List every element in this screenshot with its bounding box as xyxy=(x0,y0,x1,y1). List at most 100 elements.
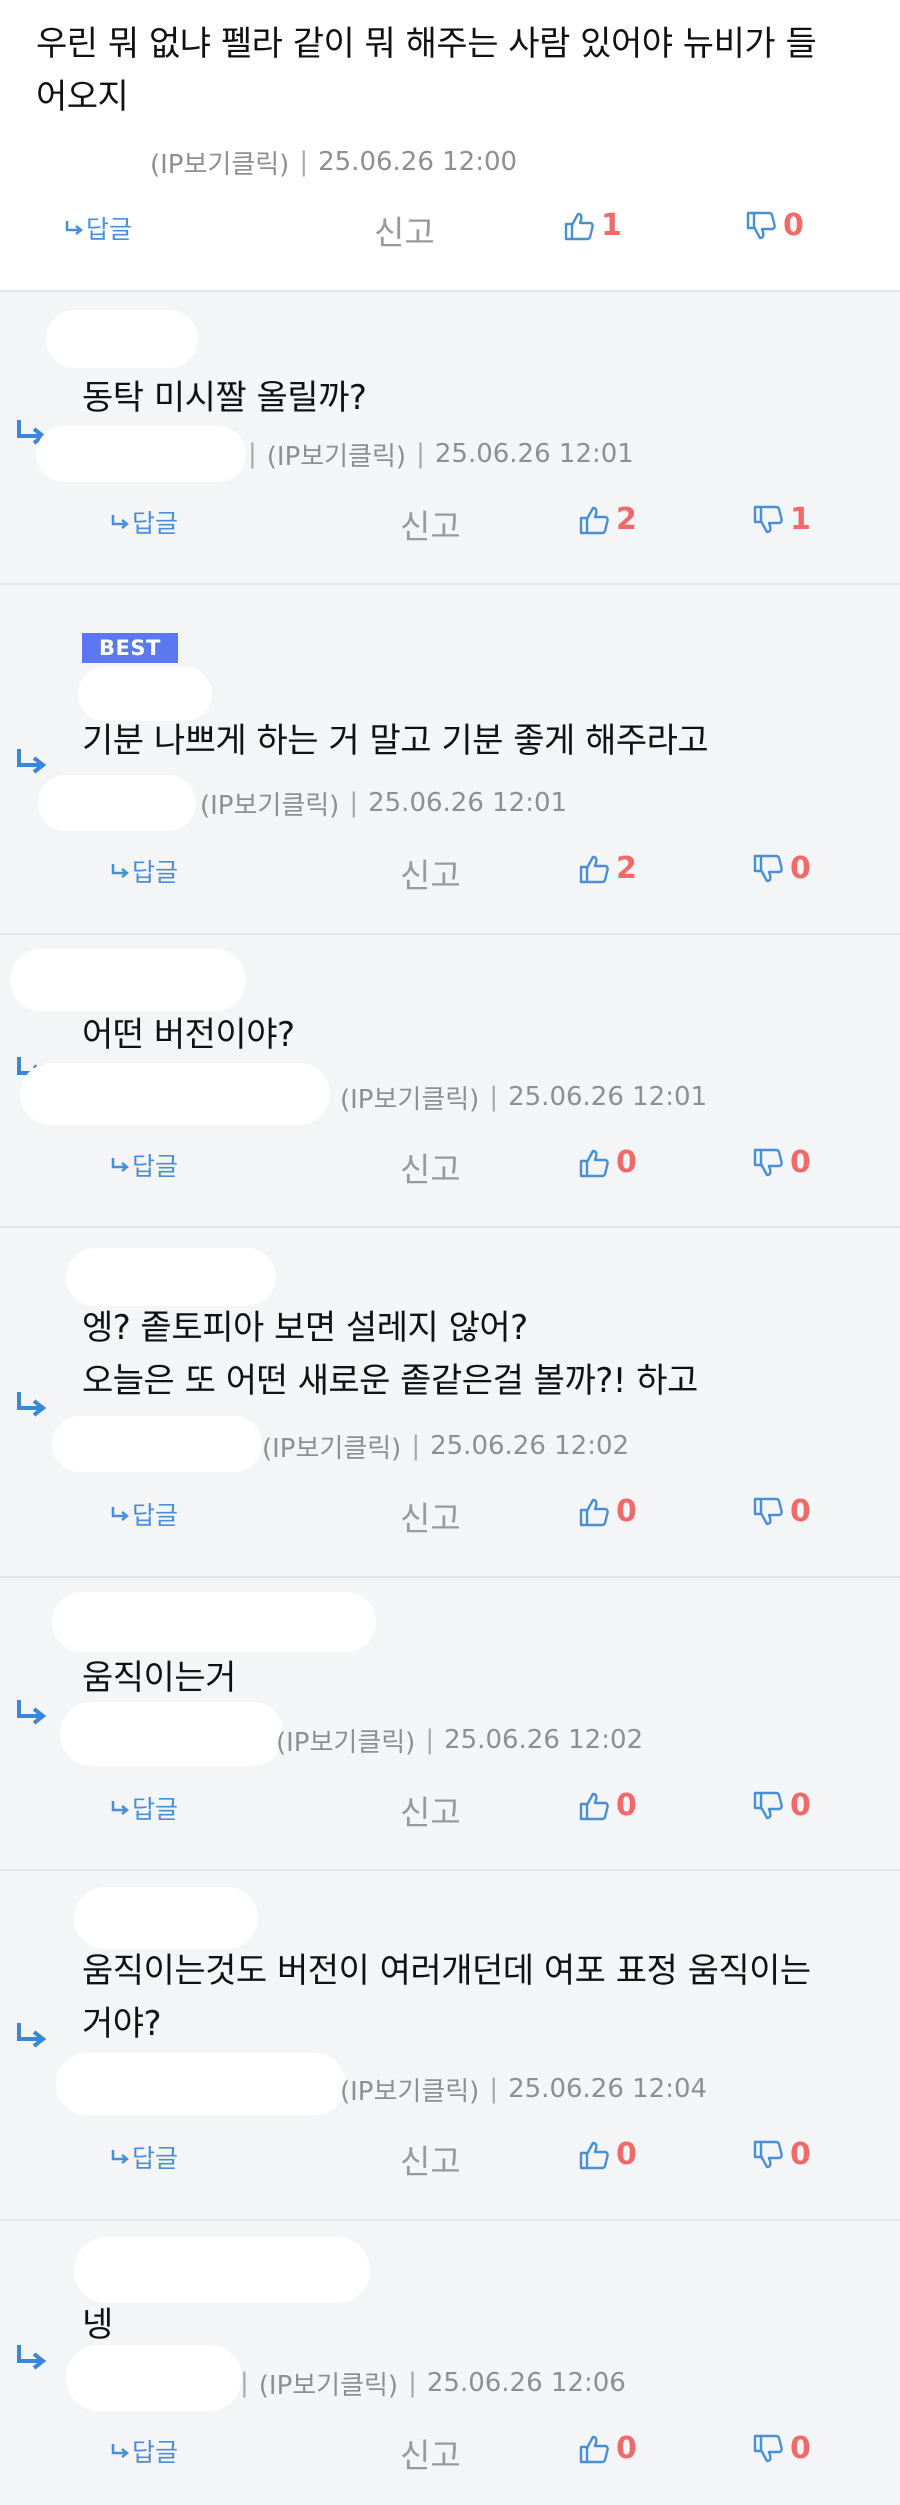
comment-text: 엥? 좉토피아 보면 설레지 않어? 오늘은 또 어떤 새로운 좉같은걸 볼까?… xyxy=(82,1302,872,1408)
thumbs-up-icon xyxy=(564,212,594,240)
ip-view-link[interactable]: (IP보기클릭) xyxy=(259,2365,398,2402)
reply-button[interactable]: 답글 xyxy=(110,504,178,540)
comment-actions: 답글 신고 1 0 xyxy=(0,206,900,252)
report-button[interactable]: 신고 xyxy=(400,2429,461,2477)
report-button[interactable]: 신고 xyxy=(400,2135,461,2183)
comment-text-line: 어오지 xyxy=(36,77,129,117)
timestamp: 25.06.26 12:06 xyxy=(426,2368,626,2398)
dislike-button[interactable]: 0 xyxy=(752,2431,811,2466)
thumbs-down-icon xyxy=(753,2140,783,2168)
like-button[interactable]: 1 xyxy=(563,208,622,243)
reply-button-label: 답글 xyxy=(132,858,179,887)
dislike-button[interactable]: 0 xyxy=(745,208,804,243)
dislike-button[interactable]: 0 xyxy=(752,1788,811,1823)
redacted-username xyxy=(66,1248,276,1306)
thumbs-down-icon xyxy=(753,1791,783,1819)
report-button[interactable]: 신고 xyxy=(400,849,461,897)
ip-view-link[interactable]: (IP보기클릭) xyxy=(340,1079,479,1116)
meta-separator: | xyxy=(416,439,425,469)
reply-indicator-arrow-icon xyxy=(17,1700,47,1725)
meta-separator: | xyxy=(299,147,309,177)
reply-comment: 넹 | (IP보기클릭) | 25.06.26 12:06 답글 신고 0 0 xyxy=(0,2221,900,2505)
ip-view-link[interactable]: (IP보기클릭) xyxy=(150,144,289,181)
comment-text: 움직이는것도 버전이 여러개던데 여포 표정 움직이는 거야? xyxy=(82,1945,872,2051)
reply-comment: 움직이는것도 버전이 여러개던데 여포 표정 움직이는 거야? (IP보기클릭)… xyxy=(0,1871,900,2221)
reply-indicator-arrow-icon xyxy=(17,2023,47,2048)
dislike-button[interactable]: 0 xyxy=(752,1145,811,1180)
reply-button[interactable]: 답글 xyxy=(110,2139,178,2175)
like-button[interactable]: 2 xyxy=(578,851,637,886)
comment-actions: 답글 신고 0 0 xyxy=(0,1786,900,1832)
report-button[interactable]: 신고 xyxy=(374,206,435,254)
comment-meta: (IP보기클릭) | 25.06.26 12:01 xyxy=(200,783,567,823)
reply-arrow-icon xyxy=(111,864,130,878)
comment-actions: 답글 신고 2 0 xyxy=(0,849,900,895)
timestamp: 25.06.26 12:01 xyxy=(434,439,634,469)
ip-view-link[interactable]: (IP보기클릭) xyxy=(267,436,406,473)
like-button[interactable]: 0 xyxy=(578,1145,637,1180)
report-button[interactable]: 신고 xyxy=(400,1492,461,1540)
ip-view-link[interactable]: (IP보기클릭) xyxy=(262,1428,401,1465)
reply-button-label: 답글 xyxy=(86,215,133,244)
like-button[interactable]: 0 xyxy=(578,1494,637,1529)
like-button[interactable]: 2 xyxy=(578,502,637,537)
reply-button[interactable]: 답글 xyxy=(110,2433,178,2469)
meta-separator: | xyxy=(411,1431,421,1461)
reply-button[interactable]: 답글 xyxy=(110,1790,178,1826)
report-button[interactable]: 신고 xyxy=(400,500,461,548)
dislike-button[interactable]: 0 xyxy=(752,851,811,886)
thumbs-down-icon xyxy=(753,1148,783,1176)
reply-indicator-arrow-icon xyxy=(17,1392,47,1417)
comment-text: 동탁 미시짤 올릴까? xyxy=(82,372,862,425)
reply-button[interactable]: 답글 xyxy=(64,210,132,246)
comment-text: 기분 나쁘게 하는 거 말고 기분 좋게 해주라고 xyxy=(82,715,862,768)
thumbs-up-icon xyxy=(579,855,609,883)
comment-text-line: 엥? 좉토피아 보면 설레지 않어? xyxy=(82,1308,528,1348)
thumbs-up-icon xyxy=(579,1498,609,1526)
report-button[interactable]: 신고 xyxy=(400,1786,461,1834)
dislike-count: 0 xyxy=(790,2431,811,2466)
reply-arrow-icon xyxy=(111,1507,130,1521)
reply-button-label: 답글 xyxy=(132,509,179,538)
comment-meta: | (IP보기클릭) | 25.06.26 12:01 xyxy=(248,434,634,474)
reply-button[interactable]: 답글 xyxy=(110,1496,178,1532)
comment-text: 어떤 버전이야? xyxy=(82,1009,862,1062)
comment-meta: (IP보기클릭) | 25.06.26 12:04 xyxy=(340,2069,707,2109)
like-button[interactable]: 0 xyxy=(578,2431,637,2466)
reply-button[interactable]: 답글 xyxy=(110,1147,178,1183)
dislike-count: 0 xyxy=(790,1494,811,1529)
timestamp: 25.06.26 12:02 xyxy=(444,1725,644,1755)
dislike-button[interactable]: 0 xyxy=(752,1494,811,1529)
redacted-username xyxy=(56,2053,346,2115)
thumbs-up-icon xyxy=(579,2435,609,2463)
comment-text-line: 어떤 버전이야? xyxy=(82,1015,295,1055)
reply-comment: 엥? 좉토피아 보면 설레지 않어? 오늘은 또 어떤 새로운 좉같은걸 볼까?… xyxy=(0,1228,900,1578)
redacted-username xyxy=(38,775,196,831)
redacted-username xyxy=(60,1702,284,1766)
comment-meta: (IP보기클릭) | 25.06.26 12:00 xyxy=(150,142,517,182)
reply-arrow-icon xyxy=(111,1801,130,1815)
like-button[interactable]: 0 xyxy=(578,1788,637,1823)
thumbs-down-icon xyxy=(753,2434,783,2462)
reply-button-label: 답글 xyxy=(132,2438,179,2467)
ip-view-link[interactable]: (IP보기클릭) xyxy=(200,785,339,822)
dislike-button[interactable]: 0 xyxy=(752,2137,811,2172)
ip-view-link[interactable]: (IP보기클릭) xyxy=(340,2071,479,2108)
best-badge: BEST xyxy=(82,633,178,663)
reply-button[interactable]: 답글 xyxy=(110,853,178,889)
like-button[interactable]: 0 xyxy=(578,2137,637,2172)
reply-arrow-icon xyxy=(111,1158,130,1172)
meta-separator: | xyxy=(489,2074,499,2104)
ip-view-link[interactable]: (IP보기클릭) xyxy=(276,1722,415,1759)
reply-indicator-arrow-icon xyxy=(17,749,47,774)
redacted-username xyxy=(52,1416,262,1472)
comment-meta: (IP보기클릭) | 25.06.26 12:01 xyxy=(340,1077,707,1117)
dislike-count: 0 xyxy=(790,1145,811,1180)
dislike-button[interactable]: 1 xyxy=(752,502,811,537)
thumbs-up-icon xyxy=(579,1792,609,1820)
timestamp: 25.06.26 12:02 xyxy=(430,1431,630,1461)
thumbs-up-icon xyxy=(579,2141,609,2169)
report-button[interactable]: 신고 xyxy=(400,1143,461,1191)
like-count: 0 xyxy=(616,2431,637,2466)
timestamp: 25.06.26 12:01 xyxy=(508,1082,708,1112)
